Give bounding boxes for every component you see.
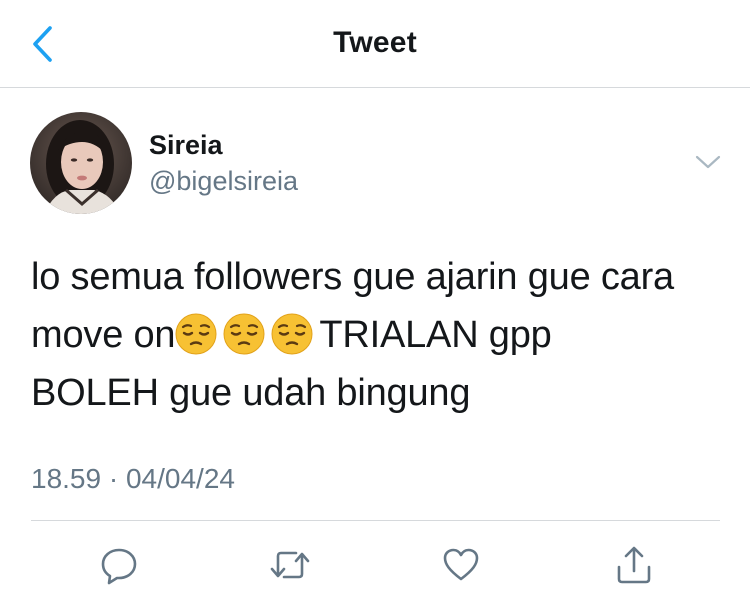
tweet-time: 18.59 [31,463,102,494]
author-display-name[interactable]: Sireia [149,130,223,161]
reply-button[interactable] [97,543,141,587]
tweet-date: 04/04/24 [125,463,235,494]
profile-photo [30,112,132,214]
reply-icon [101,548,137,585]
page-title: Tweet [333,26,417,59]
tweet-text: lo semua followers gue ajarin gue cara m… [31,248,731,422]
pensive-face-icon [271,313,313,355]
more-options-button[interactable] [690,148,726,176]
tweet-text-line: BOLEH gue udah bingung [31,372,471,414]
share-icon [617,546,651,584]
pensive-face-icon [175,313,217,355]
tweet-text-line: move on TRIALAN gpp [31,306,731,364]
like-icon [443,548,479,581]
tweet-timestamp: 18.59 · 04/04/24 [31,463,235,495]
tweet-text-segment: move on [31,314,176,356]
tweet-text-line: lo semua followers gue ajarin gue cara [31,256,674,298]
meta-separator: · [108,463,119,494]
emoji-group [175,313,319,356]
pensive-face-icon [223,313,265,355]
avatar[interactable] [30,112,132,214]
chevron-down-icon [695,155,721,169]
retweet-icon [270,551,310,579]
retweet-button[interactable] [268,543,312,587]
top-navigation-bar: Tweet [0,0,750,88]
divider [31,520,720,521]
share-button[interactable] [612,543,656,587]
tweet-text-segment: TRIALAN gpp [319,314,552,356]
like-button[interactable] [439,543,483,587]
author-handle[interactable]: @bigelsireia [149,166,298,197]
